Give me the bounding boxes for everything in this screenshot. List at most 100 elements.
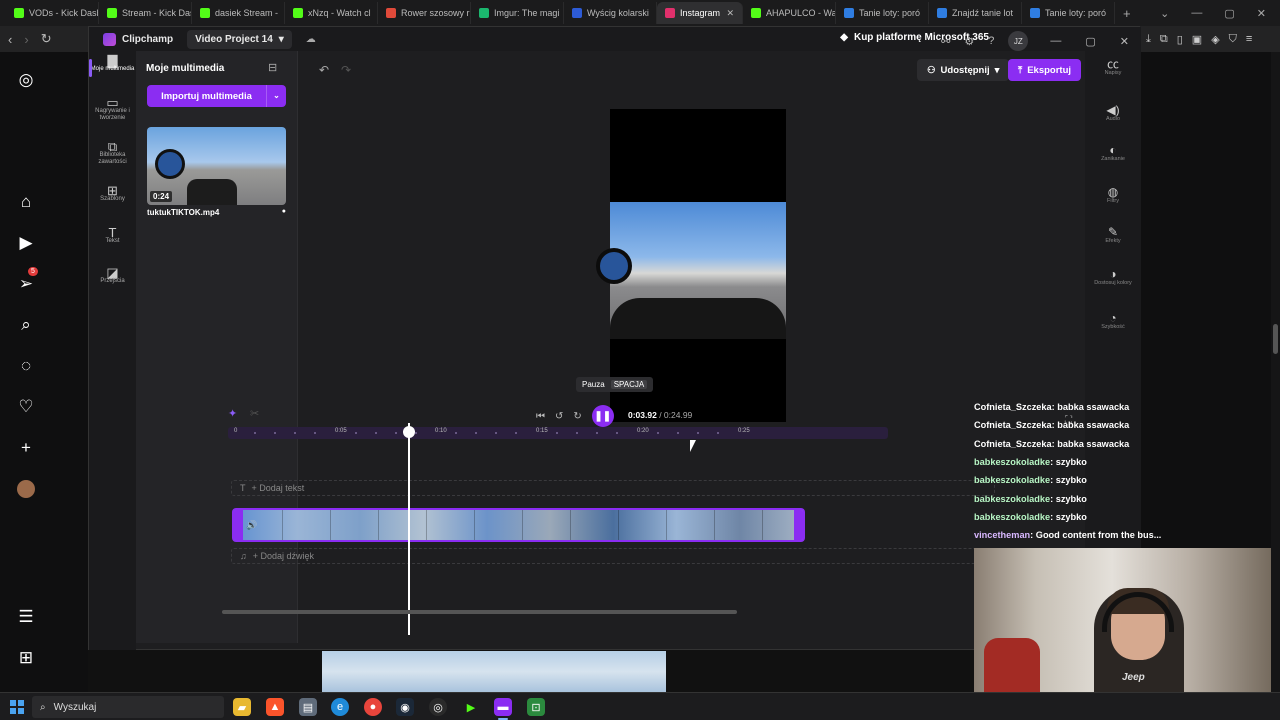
maximize-icon[interactable]: ▢ xyxy=(1085,35,1095,48)
wallet-icon[interactable]: ▣ xyxy=(1192,33,1202,46)
browser-tab[interactable]: Znajdź tanie lot xyxy=(929,2,1022,24)
messages-icon[interactable]: ➢ 5 xyxy=(14,267,38,296)
rewind-icon[interactable]: ↺ xyxy=(555,411,563,422)
search-icon[interactable]: ⌕ xyxy=(14,313,38,337)
rail-item[interactable]: ▇ Moje multimedia xyxy=(89,54,136,73)
timeline-ruler[interactable]: 0 0:05 0:10 0:15 0:20 0:25 xyxy=(228,427,888,439)
share-button[interactable]: ⚇ Udostępnij ▾ xyxy=(917,59,1010,81)
minimize-icon[interactable]: — xyxy=(1191,7,1202,20)
help-icon[interactable]: ? xyxy=(988,35,994,47)
clip-left-handle[interactable] xyxy=(234,510,243,540)
rail-item[interactable]: ▭ Nagrywanie i tworzenie xyxy=(89,96,136,122)
magic-sparkle-icon[interactable]: ✦ xyxy=(228,407,237,420)
chat-username[interactable]: babkeszokoladke xyxy=(974,512,1050,522)
chat-username[interactable]: Cofnieta_Szczeka xyxy=(974,439,1052,449)
browser-tab[interactable]: xNzq - Watch cl xyxy=(285,2,378,24)
back-icon[interactable]: ‹ xyxy=(8,32,12,47)
chat-username[interactable]: Cofnieta_Szczeka xyxy=(974,420,1052,430)
timeline-scrollbar[interactable] xyxy=(222,610,737,614)
forward-icon[interactable]: › xyxy=(24,32,28,47)
clip-right-handle[interactable] xyxy=(794,510,803,540)
video-clip[interactable]: 🔊 xyxy=(232,508,805,542)
import-media-button[interactable]: Importuj multimedia ⌄ xyxy=(147,85,286,107)
heart-icon[interactable]: ♡ xyxy=(14,395,38,419)
property-item[interactable]: ✎ Efekty xyxy=(1085,226,1141,245)
media-thumbnail[interactable]: 0:24 xyxy=(147,127,286,205)
file-explorer-icon[interactable]: ▰ xyxy=(233,698,251,716)
browser-tab[interactable]: Tanie loty: poró xyxy=(836,2,929,24)
collapse-panel-icon[interactable]: ⊟ xyxy=(268,61,277,74)
add-audio-track[interactable]: ♫ + Dodaj dźwięk xyxy=(240,551,314,561)
playhead-line[interactable] xyxy=(408,423,410,635)
close-icon[interactable]: ✕ xyxy=(1120,35,1129,48)
extensions-icon[interactable]: ◈ xyxy=(1211,33,1219,46)
pause-button[interactable]: ❚❚ xyxy=(591,405,614,427)
edge-icon[interactable]: e xyxy=(331,698,349,716)
cloud-sync-icon[interactable]: ☁ xyxy=(306,34,316,45)
browser-tab[interactable]: Rower szosowy r xyxy=(378,2,471,24)
minimize-icon[interactable]: — xyxy=(1050,35,1061,48)
playhead-handle[interactable] xyxy=(403,426,415,438)
obs-icon[interactable]: ◎ xyxy=(429,698,447,716)
maximize-icon[interactable]: ▢ xyxy=(1224,7,1234,20)
export-button[interactable]: ⤒ Eksportuj xyxy=(1008,59,1082,81)
apps-icon[interactable]: ⊞ xyxy=(14,646,38,670)
windows-start-icon[interactable] xyxy=(10,700,24,714)
share-link-icon[interactable]: ⚯ xyxy=(941,35,950,48)
rail-item[interactable]: ⧉ Biblioteka zawartości xyxy=(89,140,136,166)
rail-item[interactable]: ⊞ Szablony xyxy=(89,184,136,203)
redo-icon[interactable]: ↷ xyxy=(341,63,351,77)
close-icon[interactable]: ✕ xyxy=(1257,7,1266,20)
audio-track-lane[interactable] xyxy=(231,548,995,564)
property-item[interactable]: ㏄ Napisy xyxy=(1085,58,1141,77)
forward-icon[interactable]: ↻ xyxy=(573,411,581,422)
skip-back-icon[interactable]: ⏮ xyxy=(536,411,545,422)
download-icon[interactable]: ⤓ xyxy=(1146,33,1151,46)
browser-tab[interactable]: Tanie loty: poró xyxy=(1022,2,1115,24)
home-icon[interactable]: ⌂ xyxy=(14,190,38,214)
browser-tab[interactable]: Wyścig kolarski xyxy=(564,2,657,24)
video-preview[interactable] xyxy=(596,109,786,422)
property-item[interactable]: ◔ Szybkość xyxy=(1085,312,1141,331)
instagram-logo-icon[interactable]: ◎ xyxy=(14,68,38,92)
text-track-lane[interactable] xyxy=(231,480,995,496)
property-item[interactable]: ◑ Dostosuj kolory xyxy=(1085,268,1141,287)
volume-icon[interactable]: 🔊 xyxy=(246,520,257,531)
settings-gear-icon[interactable]: ⚙ xyxy=(964,35,974,48)
menu-icon[interactable]: ≡ xyxy=(1246,33,1252,45)
rail-item[interactable]: ◪ Przejścia xyxy=(89,266,136,285)
property-item[interactable]: ◍ Filtry xyxy=(1085,186,1141,205)
new-tab-button[interactable]: + xyxy=(1115,6,1139,21)
split-icon[interactable]: ✂ xyxy=(250,407,259,420)
chat-username[interactable]: babkeszokoladke xyxy=(974,457,1050,467)
browser-tab[interactable]: Imgur: The magi xyxy=(471,2,564,24)
app-icon[interactable]: ⊡ xyxy=(527,698,545,716)
page-scrollbar[interactable] xyxy=(1271,52,1280,692)
explore-icon[interactable]: ◌ xyxy=(14,354,38,378)
user-avatar[interactable]: JZ xyxy=(1008,31,1029,51)
tab-search-icon[interactable]: ⌄ xyxy=(1160,7,1169,20)
browser-tab[interactable]: Instagram ✕ xyxy=(657,2,743,24)
browser-tab[interactable]: Stream - Kick Das xyxy=(99,2,192,24)
brave-icon[interactable]: ▲ xyxy=(266,698,284,716)
browser-tab[interactable]: dasiek Stream - xyxy=(192,2,285,24)
chrome-icon[interactable]: ● xyxy=(364,698,382,716)
taskbar-search[interactable]: ⌕ Wyszukaj xyxy=(32,696,224,718)
property-item[interactable]: ◐ Zanikanie xyxy=(1085,144,1141,163)
rail-item[interactable]: T Tekst xyxy=(89,226,136,245)
project-name-dropdown[interactable]: Video Project 14 ▾ xyxy=(187,29,292,49)
reload-icon[interactable]: ↻ xyxy=(41,31,52,47)
chat-username[interactable]: Cofnieta_Szczeka xyxy=(974,402,1052,412)
browser-tab[interactable]: VODs - Kick Dash xyxy=(6,2,99,24)
property-item[interactable]: ◀) Audio xyxy=(1085,104,1141,123)
chevron-down-icon[interactable]: ⌄ xyxy=(266,85,286,107)
chat-username[interactable]: babkeszokoladke xyxy=(974,475,1050,485)
create-icon[interactable]: + xyxy=(14,436,38,460)
sidebar-toggle-icon[interactable]: ▯ xyxy=(1177,33,1183,46)
clipchamp-taskbar-icon[interactable]: ▬ xyxy=(494,698,512,720)
bookmark-icon[interactable]: ⧉ xyxy=(1160,33,1168,46)
close-icon[interactable]: ✕ xyxy=(726,8,734,19)
reels-icon[interactable]: ▶ xyxy=(14,231,38,255)
menu-icon[interactable]: ☰ xyxy=(14,605,38,629)
browser-tab[interactable]: AHAPULCO - Wa xyxy=(743,2,836,24)
